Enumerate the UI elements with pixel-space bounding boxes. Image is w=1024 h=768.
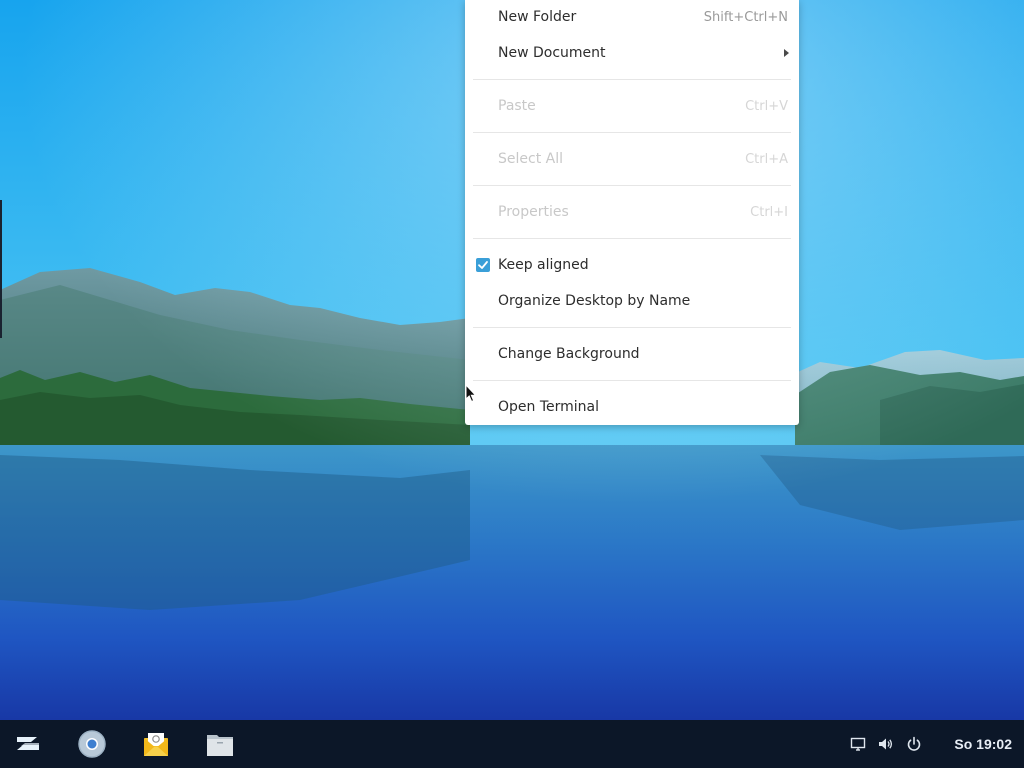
desktop-edge-indicator: [0, 200, 2, 338]
menu-item-new-folder[interactable]: New Folder Shift+Ctrl+N: [465, 0, 799, 36]
menu-item-label: Properties: [498, 204, 569, 220]
menu-item-label: Open Terminal: [498, 399, 600, 415]
menu-item-keep-aligned[interactable]: Keep aligned: [465, 248, 799, 284]
menu-item-shortcut: Ctrl+I: [750, 205, 788, 220]
menu-item-label: Change Background: [498, 346, 640, 362]
menu-item-shortcut: Shift+Ctrl+N: [703, 10, 788, 25]
mail-icon[interactable]: [141, 729, 171, 759]
menu-item-label: New Document: [498, 45, 606, 61]
menu-separator: [473, 327, 791, 328]
menu-separator: [473, 185, 791, 186]
volume-icon[interactable]: [878, 736, 894, 752]
display-icon[interactable]: [850, 736, 866, 752]
menu-item-properties[interactable]: Properties Ctrl+I: [465, 195, 799, 231]
menu-separator: [473, 79, 791, 80]
mouse-pointer-icon: [465, 383, 477, 404]
menu-item-organize-desktop[interactable]: Organize Desktop by Name: [465, 284, 799, 320]
menu-item-label: Paste: [498, 98, 536, 114]
menu-item-shortcut: Ctrl+V: [745, 99, 788, 114]
desktop[interactable]: New Folder Shift+Ctrl+N New Document Pas…: [0, 0, 1024, 768]
zorin-menu-icon[interactable]: [13, 729, 43, 759]
checkbox-checked-icon[interactable]: [476, 258, 490, 272]
menu-item-label: New Folder: [498, 9, 577, 25]
submenu-arrow-icon: [784, 49, 789, 57]
menu-item-label: Select All: [498, 151, 563, 167]
menu-item-change-background[interactable]: Change Background: [465, 337, 799, 373]
files-icon[interactable]: [205, 729, 235, 759]
chromium-browser-icon[interactable]: [77, 729, 107, 759]
menu-separator: [473, 238, 791, 239]
menu-item-open-terminal[interactable]: Open Terminal: [465, 390, 799, 426]
menu-item-label: Organize Desktop by Name: [498, 293, 691, 309]
menu-item-select-all[interactable]: Select All Ctrl+A: [465, 142, 799, 178]
menu-item-label: Keep aligned: [498, 257, 589, 273]
power-icon[interactable]: [906, 736, 922, 752]
taskbar: So 19:02: [0, 720, 1024, 768]
menu-separator: [473, 132, 791, 133]
clock[interactable]: So 19:02: [954, 736, 1012, 752]
desktop-context-menu: New Folder Shift+Ctrl+N New Document Pas…: [465, 0, 799, 425]
menu-item-paste[interactable]: Paste Ctrl+V: [465, 89, 799, 125]
menu-item-shortcut: Ctrl+A: [745, 152, 788, 167]
menu-item-new-document[interactable]: New Document: [465, 36, 799, 72]
menu-separator: [473, 380, 791, 381]
